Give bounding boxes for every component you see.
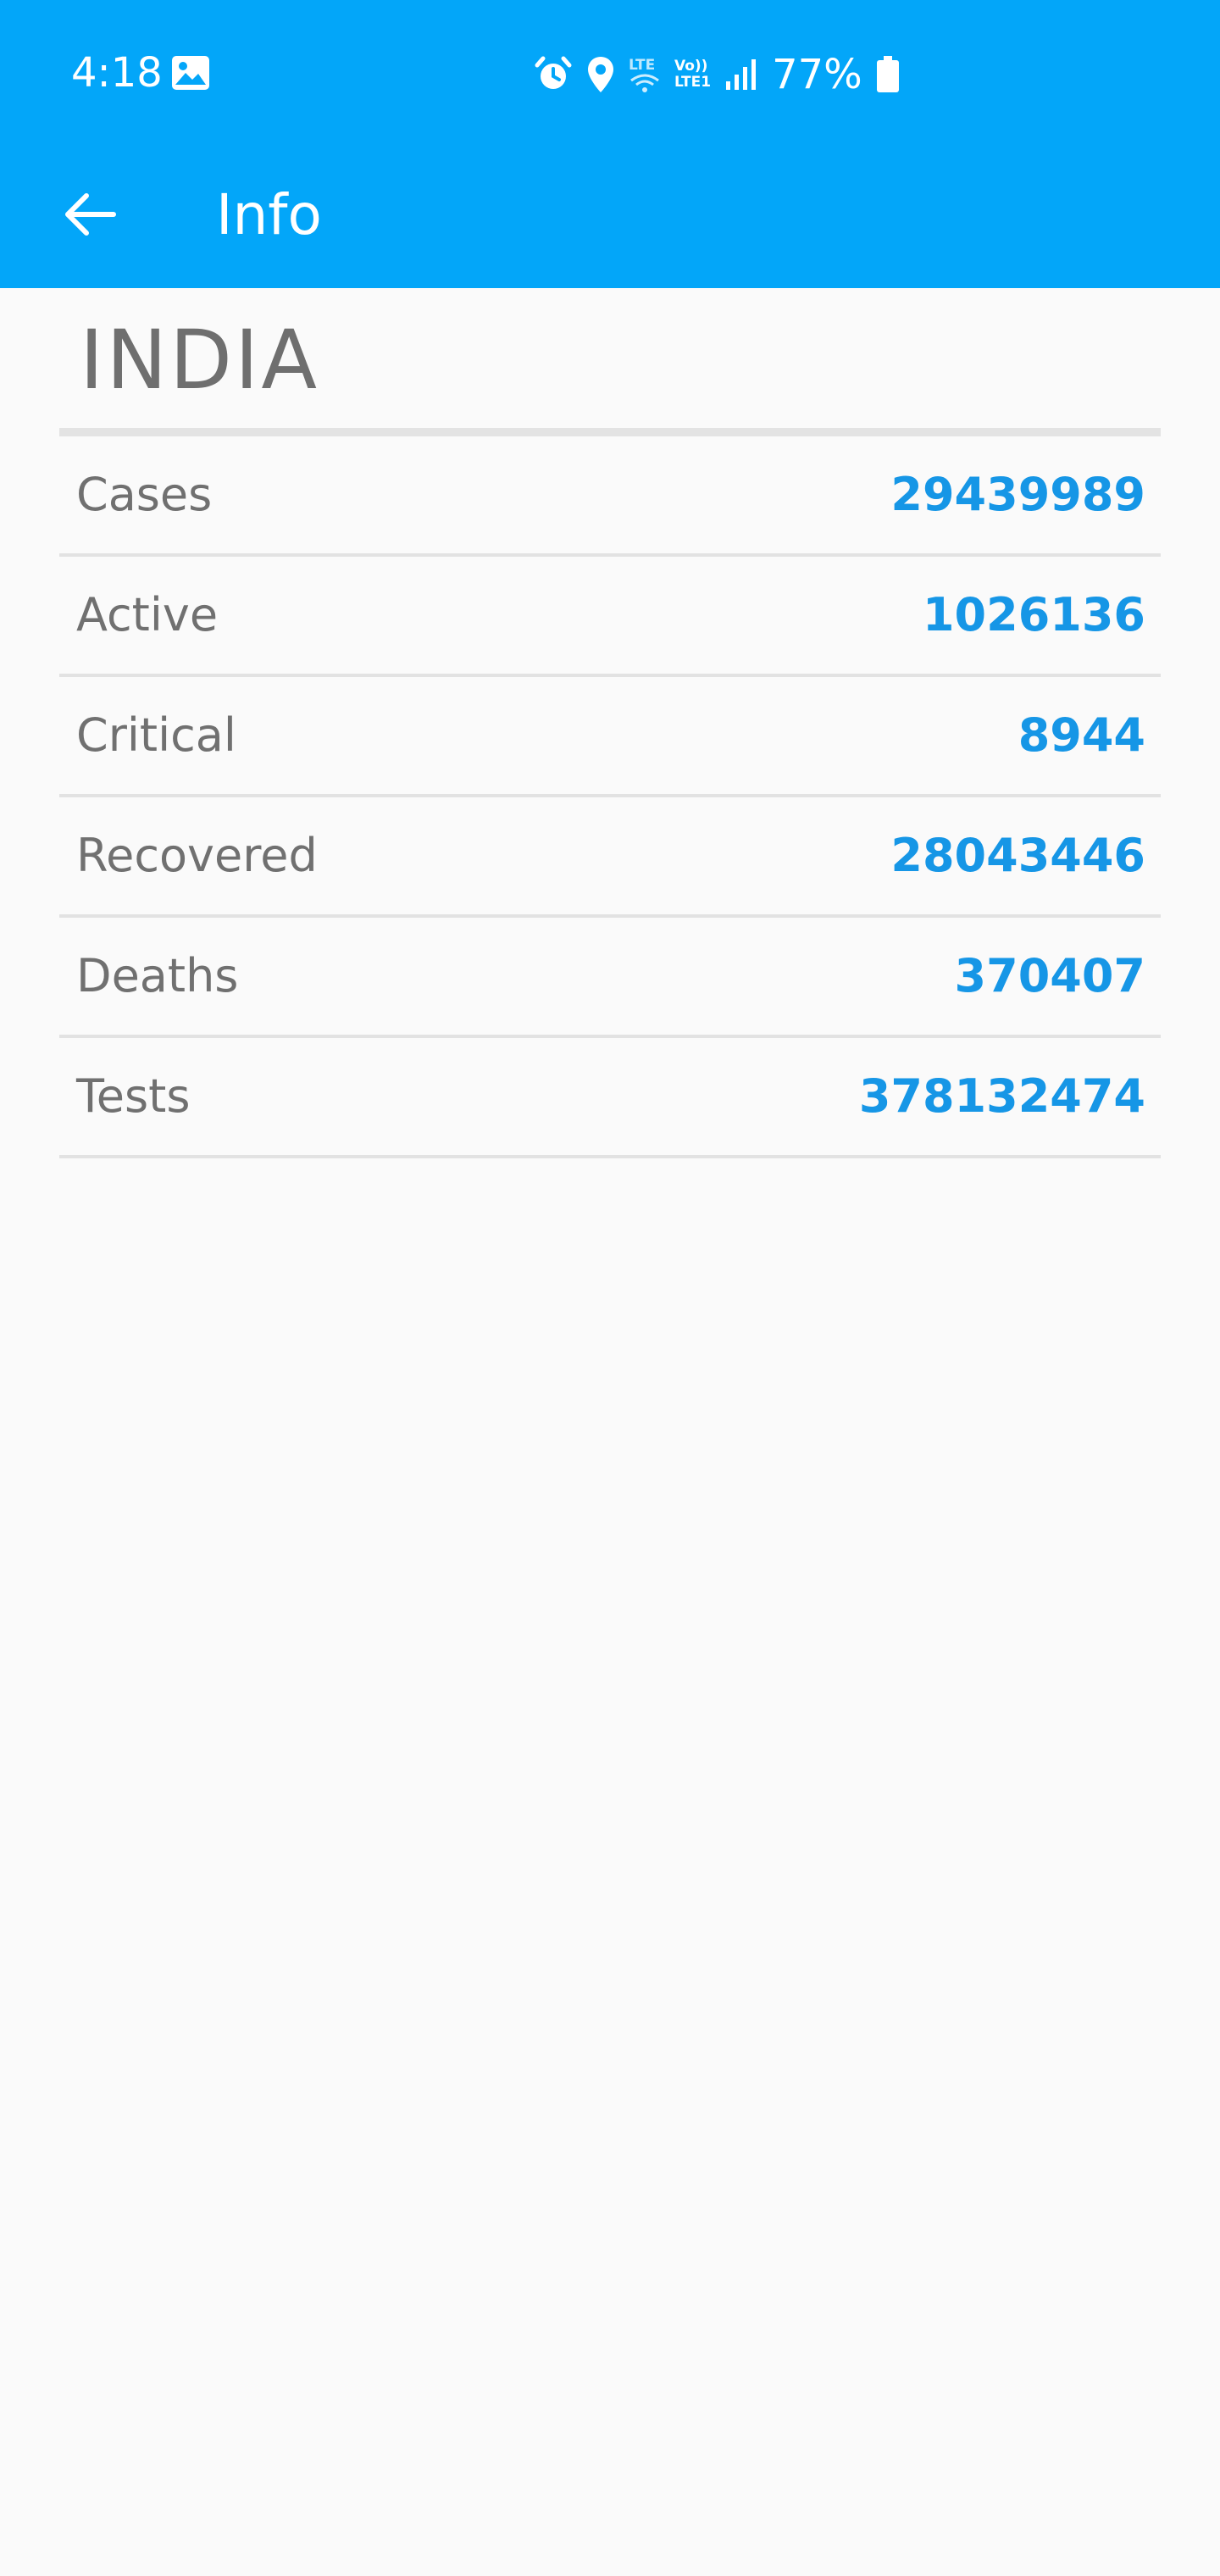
toolbar: Info: [0, 148, 1220, 288]
page-title: Info: [216, 182, 322, 247]
arrow-back-icon: [63, 191, 117, 242]
gallery-icon: [172, 56, 209, 90]
back-button[interactable]: [47, 174, 132, 258]
stat-label: Tests: [76, 1069, 191, 1123]
app-bar: 4:18 LTE Vo)) LTE1 77% Info: [0, 0, 1220, 288]
stat-row-tests: Tests 378132474: [59, 1038, 1161, 1158]
stat-value: 28043446: [890, 829, 1145, 882]
network-volte: Vo)) LTE1: [674, 58, 711, 91]
wifi-icon: [629, 74, 661, 92]
country-info: INDIA Cases 29439989 Active 1026136 Crit…: [59, 288, 1161, 1158]
stat-row-cases: Cases 29439989: [59, 436, 1161, 557]
stat-row-active: Active 1026136: [59, 557, 1161, 677]
stat-value: 29439989: [890, 468, 1145, 521]
stat-value: 378132474: [858, 1069, 1145, 1123]
stat-label: Critical: [76, 708, 236, 762]
battery-percent: 77%: [772, 51, 862, 98]
stat-label: Deaths: [76, 949, 239, 1002]
stat-row-critical: Critical 8944: [59, 677, 1161, 797]
network-label: LTE: [629, 56, 656, 74]
stat-value: 1026136: [922, 588, 1145, 641]
status-time: 4:18: [71, 49, 163, 97]
volte-label: Vo)): [674, 58, 708, 75]
battery-icon: [876, 56, 900, 93]
alarm-icon: [534, 55, 573, 94]
status-bar: 4:18 LTE Vo)) LTE1 77%: [0, 0, 1220, 148]
lte1-label: LTE1: [674, 74, 712, 91]
location-icon: [586, 55, 615, 94]
status-icons: LTE Vo)) LTE1 77%: [534, 51, 900, 98]
country-divider: [59, 428, 1161, 436]
signal-icon: [724, 58, 758, 92]
stat-row-deaths: Deaths 370407: [59, 918, 1161, 1038]
stat-label: Recovered: [76, 829, 318, 882]
stat-row-recovered: Recovered 28043446: [59, 797, 1161, 918]
stat-value: 370407: [954, 949, 1145, 1002]
stat-value: 8944: [1018, 708, 1145, 762]
network-lte-wifi: LTE: [629, 56, 661, 92]
stat-label: Cases: [76, 468, 213, 521]
country-name: INDIA: [80, 313, 320, 408]
stat-label: Active: [76, 588, 219, 641]
